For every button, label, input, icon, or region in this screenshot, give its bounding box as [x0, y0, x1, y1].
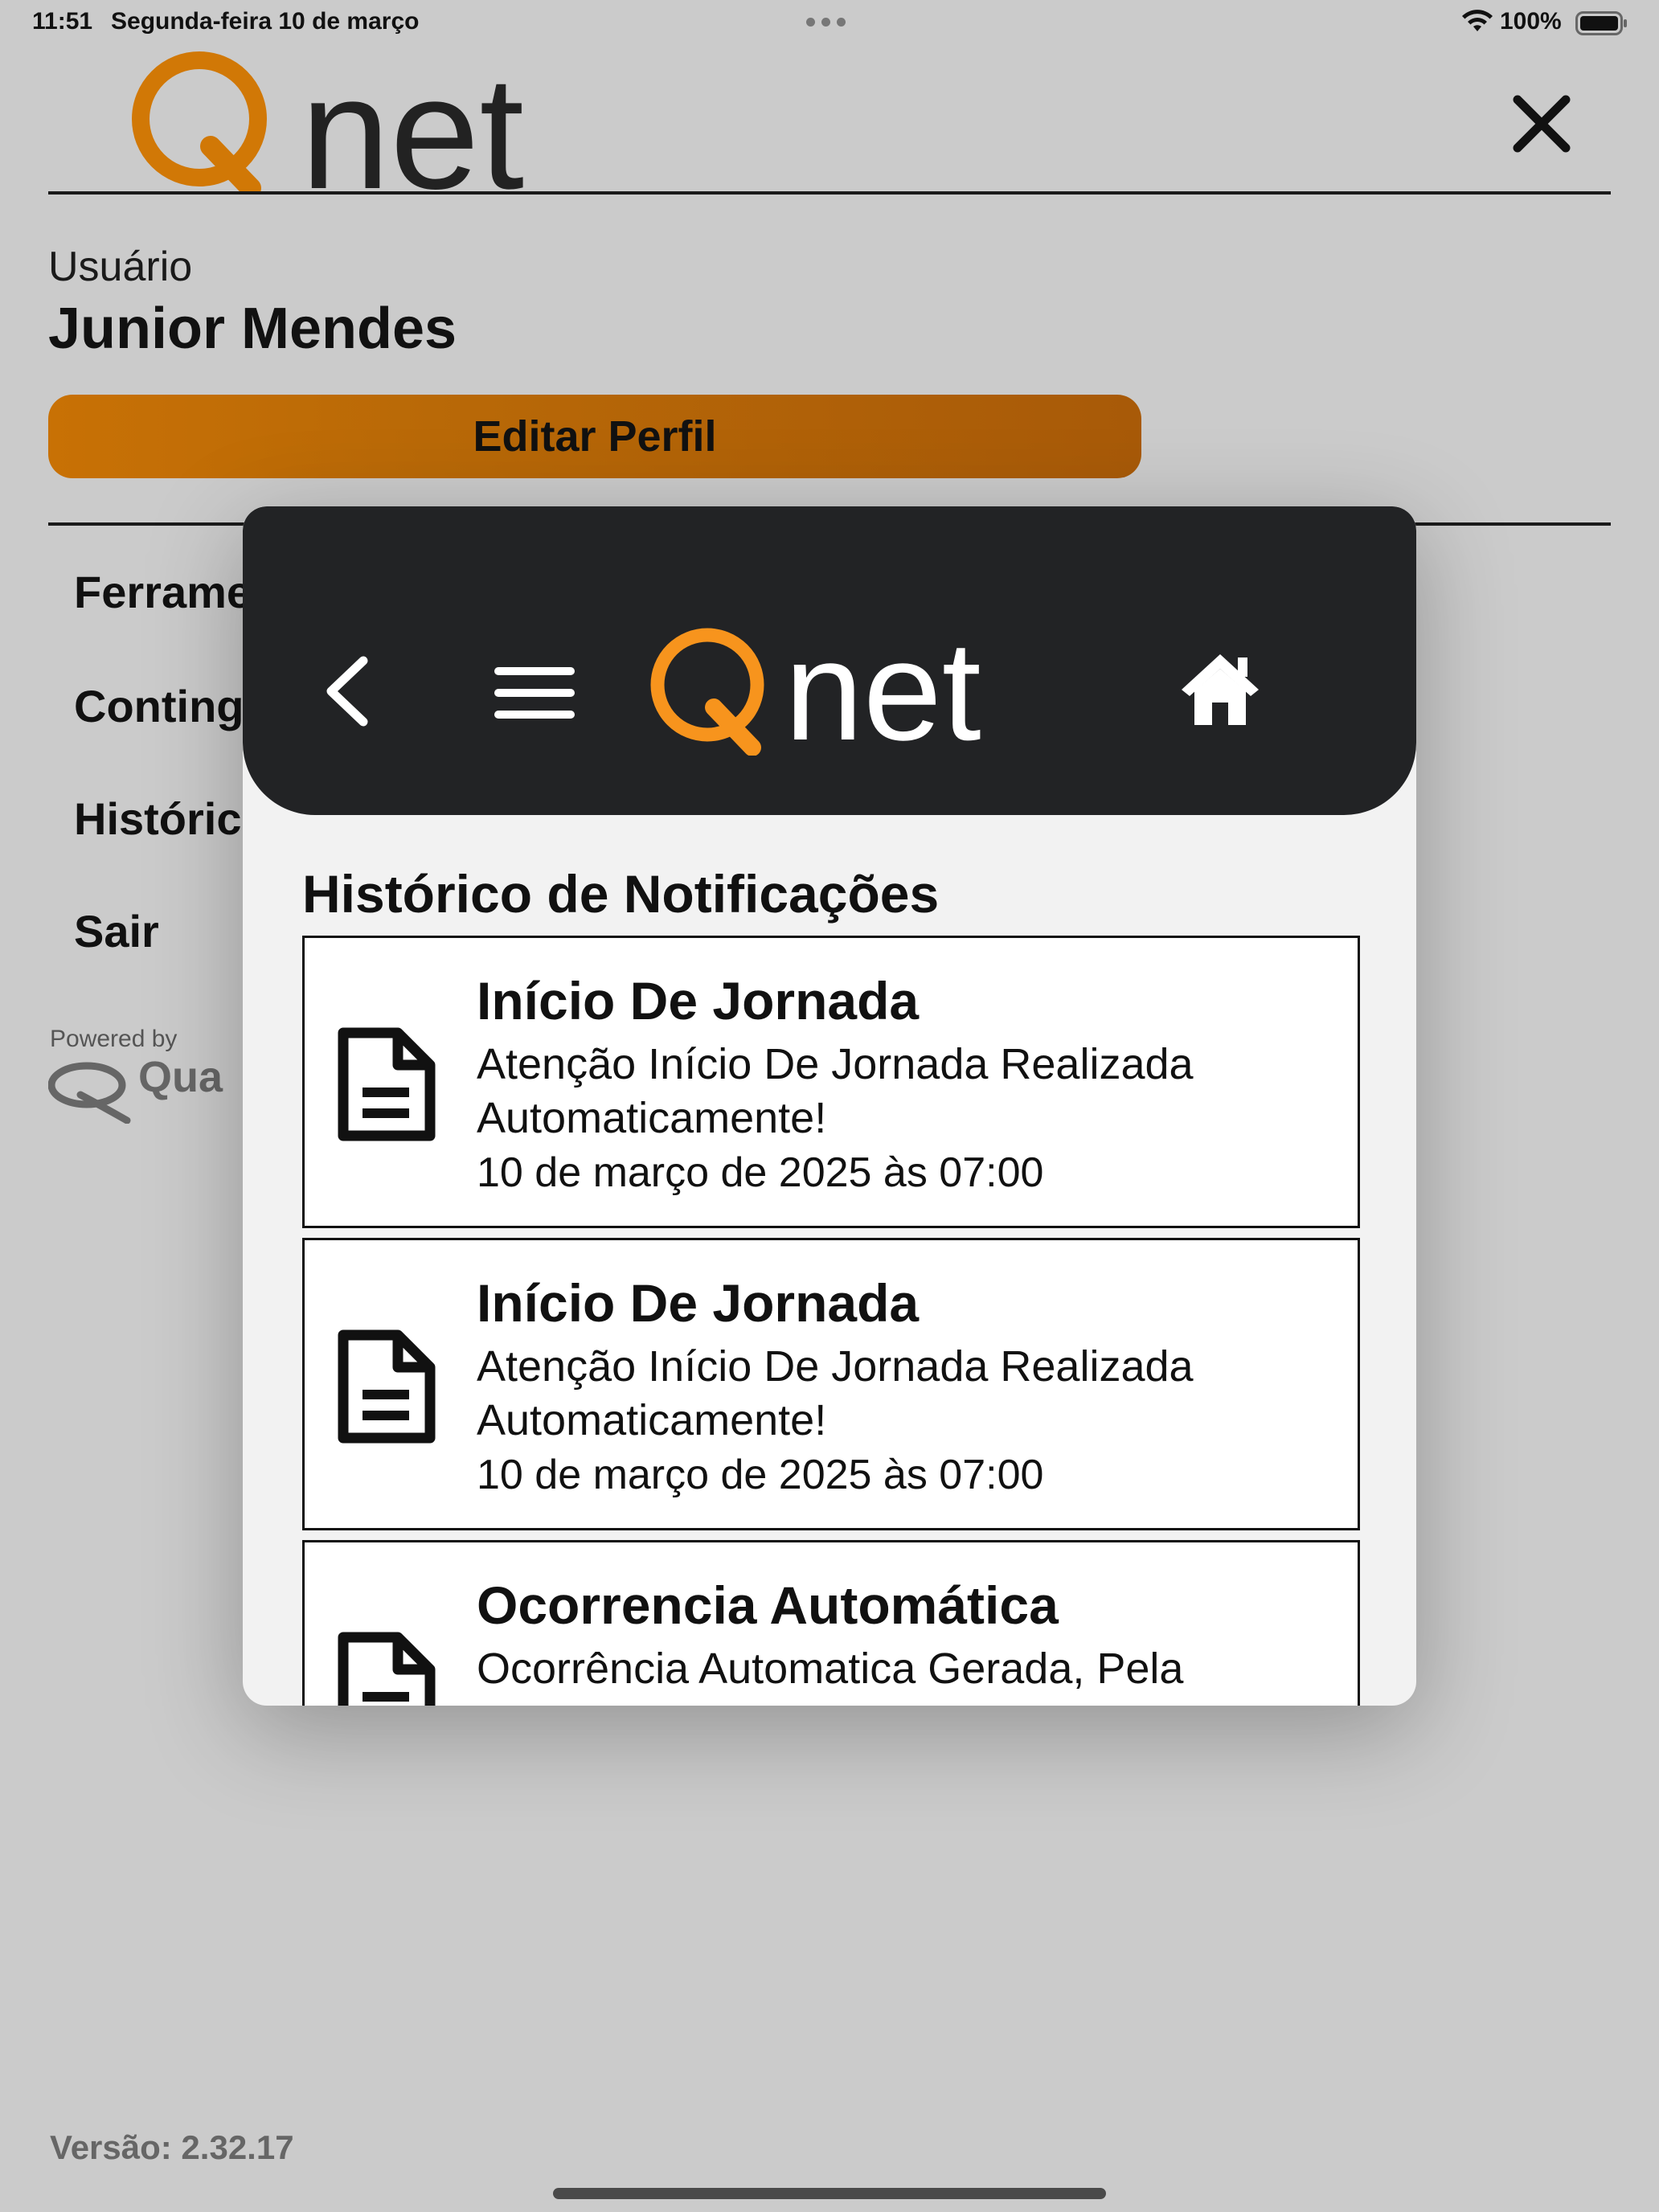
svg-text:net: net: [784, 627, 981, 756]
edit-profile-button[interactable]: Editar Perfil: [48, 395, 1141, 478]
notification-body: Atenção Início De Jornada Realizada Auto…: [477, 1040, 1194, 1142]
status-time: 11:51: [32, 8, 93, 35]
hamburger-menu-icon[interactable]: [492, 662, 577, 723]
notification-title: Ocorrencia Automática: [477, 1575, 1059, 1635]
document-icon: [338, 1632, 436, 1706]
menu-item-historico[interactable]: Históric: [74, 793, 242, 845]
modal-header: net: [243, 506, 1416, 815]
powered-by-label: Powered by: [50, 1026, 178, 1052]
quality-logo-text: Qua: [138, 1059, 223, 1101]
document-icon: [338, 1329, 436, 1444]
menu-item-contingencia[interactable]: Conting: [74, 680, 244, 732]
back-icon[interactable]: [313, 651, 378, 731]
app-version: Versão: 2.32.17: [50, 2128, 294, 2166]
battery-percentage: 100%: [1500, 8, 1562, 35]
qnet-header-logo: net: [650, 627, 981, 756]
notification-title: Início De Jornada: [477, 1273, 920, 1333]
notifications-modal: net Histórico de Notificações Início De …: [243, 506, 1416, 1706]
qnet-logo: net: [132, 43, 524, 195]
notification-date: 10 de março de 2025 às 07:00: [477, 1149, 1044, 1196]
notification-card[interactable]: Ocorrencia Automática Ocorrência Automat…: [302, 1540, 1360, 1706]
more-dots-icon[interactable]: [806, 18, 846, 27]
wifi-icon: [1462, 10, 1493, 31]
home-icon[interactable]: [1178, 649, 1262, 730]
document-icon: [338, 1027, 436, 1141]
user-name: Junior Mendes: [48, 297, 457, 361]
status-bar: 11:51 Segunda-feira 10 de março 100%: [0, 0, 1659, 45]
notification-title: Início De Jornada: [477, 971, 920, 1030]
svg-text:net: net: [301, 43, 524, 195]
notifications-title: Histórico de Notificações: [302, 864, 940, 924]
notification-card[interactable]: Início De Jornada Atenção Início De Jorn…: [302, 936, 1360, 1228]
close-icon[interactable]: [1505, 87, 1579, 161]
status-date: Segunda-feira 10 de março: [111, 8, 420, 35]
header-divider: [48, 191, 1611, 195]
user-label: Usuário: [48, 244, 193, 290]
quality-logo: Qua: [48, 1059, 223, 1124]
home-indicator[interactable]: [553, 2188, 1106, 2199]
notification-date: 10 de março de 2025 às 07:00: [477, 1452, 1044, 1498]
notification-body: Ocorrência Automatica Gerada, Pela: [477, 1645, 1184, 1693]
menu-item-sair[interactable]: Sair: [74, 905, 159, 957]
notification-card[interactable]: Início De Jornada Atenção Início De Jorn…: [302, 1238, 1360, 1530]
battery-icon: [1575, 11, 1627, 35]
menu-item-ferramentas[interactable]: Ferrame: [74, 566, 252, 618]
notification-body: Atenção Início De Jornada Realizada Auto…: [477, 1342, 1194, 1444]
